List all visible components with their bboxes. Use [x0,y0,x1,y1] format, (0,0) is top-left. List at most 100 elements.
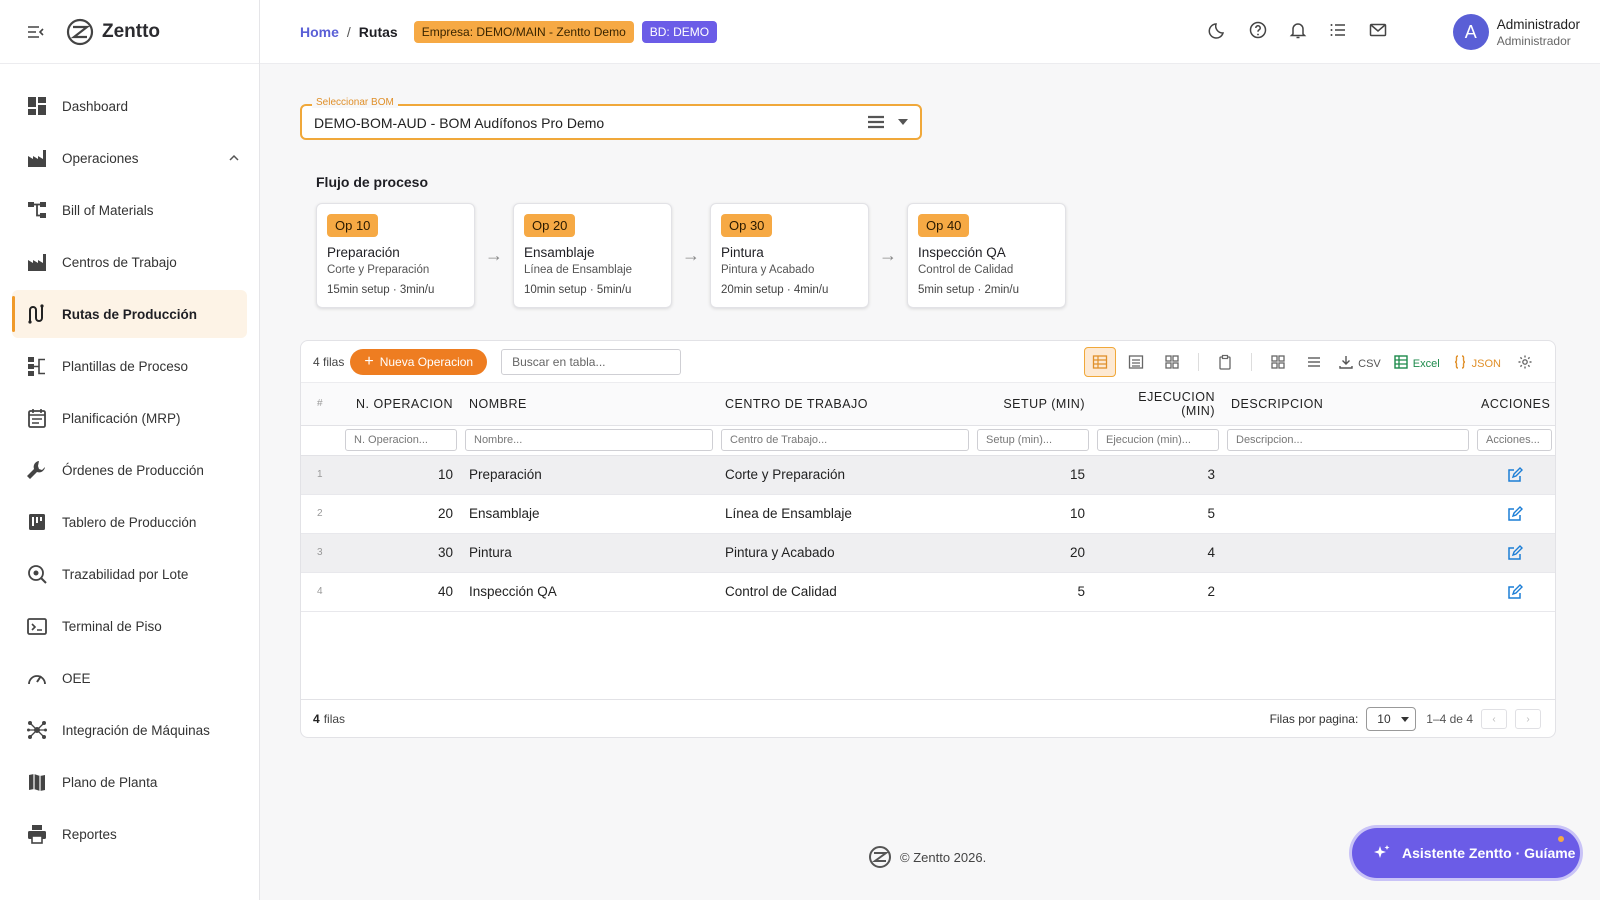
column-header-op-no[interactable]: N. OPERACION [341,383,461,426]
factory-icon [28,150,46,167]
mail-icon[interactable] [1368,20,1388,40]
operation-badge: Op 30 [721,214,773,237]
sidebar-item-label: Dashboard [62,98,129,114]
empresa-badge[interactable]: Empresa: DEMO/MAIN - Zentto Demo [413,20,634,43]
rows-count: 4 filas [313,354,345,369]
settings-button[interactable] [1509,347,1541,377]
filter-actions-input[interactable]: Acciones... [1477,429,1552,451]
assistant-label: Asistente Zentto · Guíame [1402,845,1576,861]
sidebar-item-trazabilidad-por-lote[interactable]: Trazabilidad por Lote [12,550,247,598]
filter-cell [301,425,341,456]
new-operation-button[interactable]: + Nueva Operacion [350,348,488,375]
table-view-button[interactable] [1084,347,1117,377]
bom-select-value[interactable]: DEMO-BOM-AUD - BOM Audífonos Pro Demo [314,115,604,131]
column-header-description[interactable]: DESCRIPCION [1223,383,1473,426]
rows-per-page-select[interactable]: 10 [1366,707,1417,731]
filter-name-input[interactable]: Nombre... [465,429,713,451]
sidebar-item-terminal-de-piso[interactable]: Terminal de Piso [12,602,247,650]
bell-icon[interactable] [1288,20,1308,40]
cell-description [1223,533,1473,573]
column-header-center[interactable]: CENTRO DE TRABAJO [717,383,973,426]
sidebar-item-integracion-de-maquinas[interactable]: Integración de Máquinas [12,706,247,754]
sidebar-item-reportes[interactable]: Reportes [12,810,247,858]
table-row[interactable]: 2 20 Ensamblaje Línea de Ensamblaje 10 5 [301,494,1555,534]
list-view-button[interactable] [1120,347,1152,377]
task-list-icon[interactable] [1328,20,1348,40]
edit-icon[interactable] [1507,505,1523,522]
filter-center-input[interactable]: Centro de Trabajo... [721,429,969,451]
cell-setup: 15 [973,455,1093,495]
operation-card[interactable]: Op 20 Ensamblaje Línea de Ensamblaje 10m… [513,203,672,308]
sidebar-item-rutas-de-produccion[interactable]: Rutas de Producción [12,290,247,338]
sidebar-item-dashboard[interactable]: Dashboard [12,82,247,130]
previous-page-button[interactable]: ‹ [1481,709,1507,729]
operation-name: Inspección QA [918,245,1006,260]
sidebar-item-label: Operaciones [62,150,139,166]
cell-setup: 10 [973,494,1093,534]
operation-center: Línea de Ensamblaje [524,264,633,276]
dropdown-arrow-icon[interactable] [898,119,908,125]
column-header-exec[interactable]: EJECUCION (MIN) [1093,383,1223,426]
operation-card[interactable]: Op 40 Inspección QA Control de Calidad 5… [907,203,1066,308]
sidebar-item-centros-de-trabajo[interactable]: Centros de Trabajo [12,238,247,286]
clipboard-icon [1219,354,1231,370]
table-row[interactable]: 1 10 Preparación Corte y Preparación 15 … [301,455,1555,495]
operation-times: 20min setup · 4min/u [721,284,829,296]
table-row[interactable]: 3 30 Pintura Pintura y Acabado 20 4 [301,533,1555,573]
operation-card[interactable]: Op 30 Pintura Pintura y Acabado 20min se… [710,203,869,308]
sidebar-item-planificacion-mrp[interactable]: Planificación (MRP) [12,394,247,442]
next-page-button[interactable]: › [1515,709,1541,729]
sidebar-item-label: Terminal de Piso [62,618,162,634]
columns-button[interactable] [1262,347,1294,377]
row-index: 4 [301,572,341,612]
trace-icon [28,565,47,584]
filter-op-no-input[interactable]: N. Operacion... [345,429,457,451]
sidebar-item-plantillas-de-proceso[interactable]: Plantillas de Proceso [12,342,247,390]
help-icon[interactable] [1248,20,1268,40]
sidebar-item-tablero-de-produccion[interactable]: Tablero de Producción [12,498,247,546]
grid-view-button[interactable] [1156,347,1188,377]
cell-name: Preparación [461,455,717,495]
cell-name: Ensamblaje [461,494,717,534]
edit-icon[interactable] [1507,466,1523,483]
brand: Zentto [0,0,259,64]
table-row[interactable]: 4 40 Inspección QA Control de Calidad 5 … [301,572,1555,612]
export-excel-button[interactable]: Excel [1389,347,1444,377]
operation-card[interactable]: Op 10 Preparación Corte y Preparación 15… [316,203,475,308]
bom-select[interactable]: Seleccionar BOM DEMO-BOM-AUD - BOM Audíf… [300,97,922,140]
column-header-name[interactable]: NOMBRE [461,383,717,426]
export-json-button[interactable]: JSON [1448,347,1505,377]
moon-icon[interactable] [1208,20,1228,40]
route-icon [28,304,44,324]
assistant-button[interactable]: Asistente Zentto · Guíame [1352,828,1580,878]
chevron-up-icon[interactable] [227,151,241,165]
pagination-range: 1–4 de 4 [1426,712,1473,726]
filter-description-input[interactable]: Descripcion... [1227,429,1469,451]
column-header-setup[interactable]: SETUP (MIN) [973,383,1093,426]
filter-setup-input[interactable]: Setup (min)... [977,429,1089,451]
sidebar-item-oee[interactable]: OEE [12,654,247,702]
sidebar-item-operaciones[interactable]: Operaciones [12,134,247,182]
map-icon [29,774,45,791]
edit-icon[interactable] [1507,583,1523,600]
clipboard-button[interactable] [1209,347,1241,377]
sidebar-item-plano-de-planta[interactable]: Plano de Planta [12,758,247,806]
collapse-menu-icon[interactable] [28,25,44,38]
sidebar-item-bill-of-materials[interactable]: Bill of Materials [12,186,247,234]
density-button[interactable] [1298,347,1330,377]
excel-label: Excel [1412,358,1440,370]
cell-center: Control de Calidad [717,572,973,612]
export-csv-button[interactable]: CSV [1334,347,1385,377]
breadcrumb-home[interactable]: Home [300,24,339,40]
cell-name: Inspección QA [461,572,717,612]
filter-exec-input[interactable]: Ejecucion (min)... [1097,429,1219,451]
edit-icon[interactable] [1507,544,1523,561]
avatar[interactable]: A [1452,14,1489,50]
sidebar-item-ordenes-de-produccion[interactable]: Órdenes de Producción [12,446,247,494]
table-search-input[interactable]: Buscar en tabla... [501,348,682,375]
table-footer: 4 filas Filas por pagina: 10 1–4 de 4 ‹ … [301,699,1555,737]
list-icon[interactable] [868,115,884,129]
database-badge[interactable]: BD: DEMO [641,20,718,43]
user-menu[interactable]: A Administrador Administrador [1452,14,1580,50]
sidebar-item-label: Tablero de Producción [62,514,197,530]
